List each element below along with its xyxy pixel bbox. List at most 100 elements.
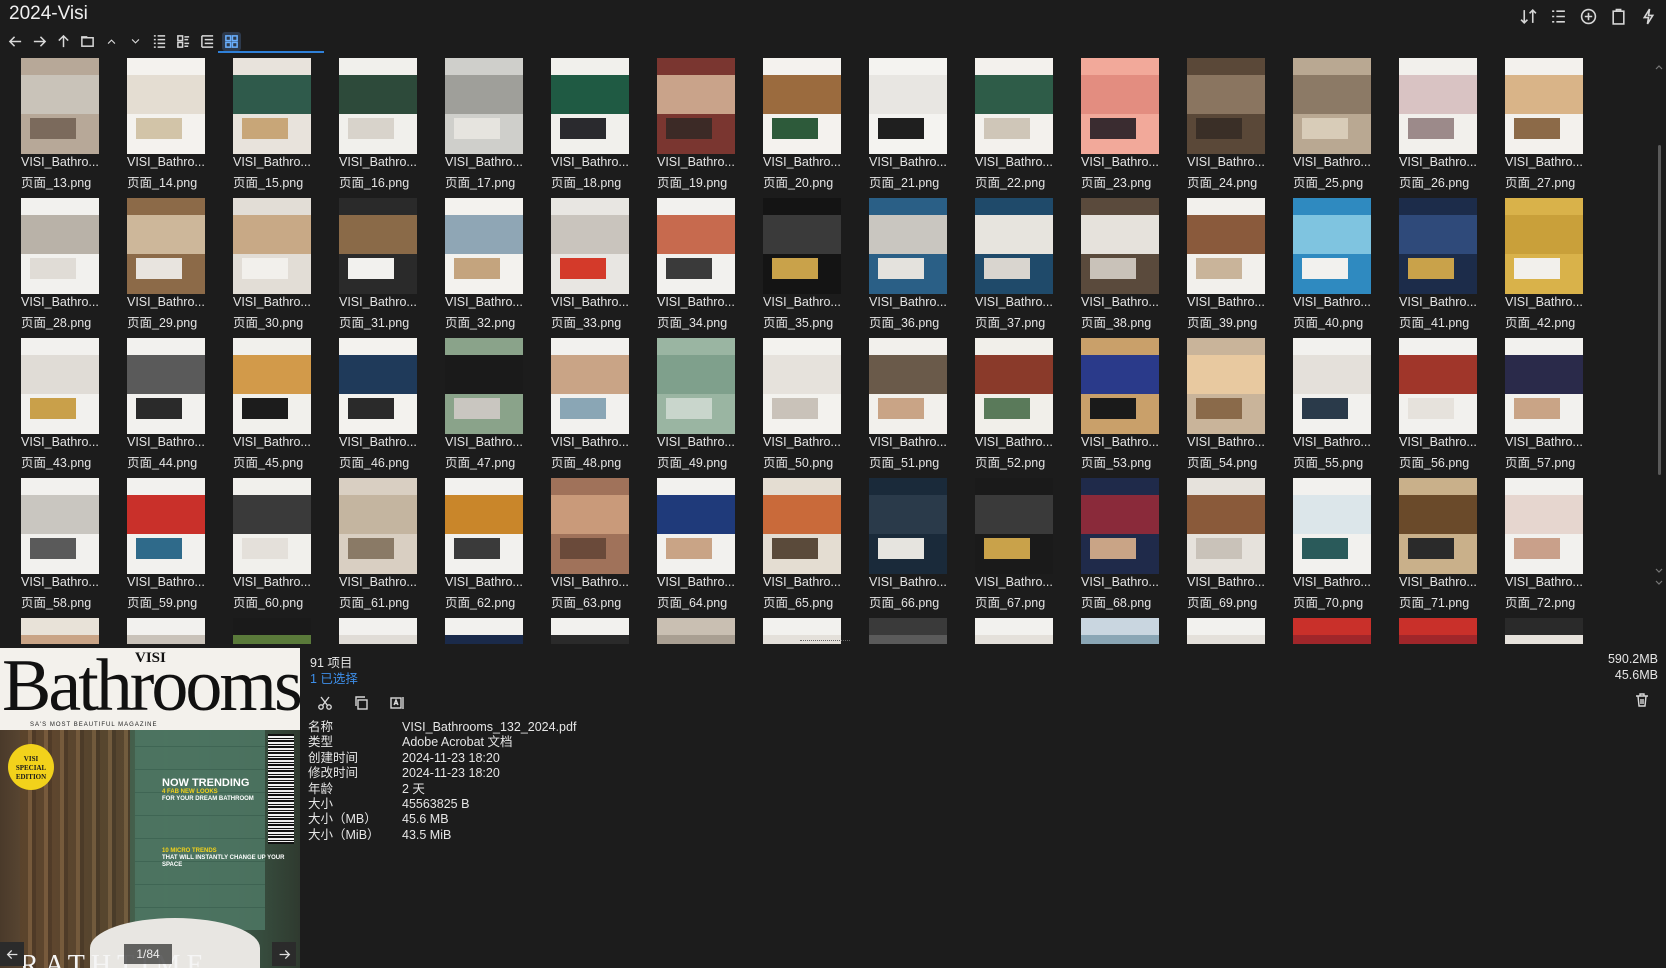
back-arrow-icon[interactable] (6, 32, 25, 51)
file-thumbnail[interactable]: VISI_Bathro... 页面_48.png (545, 338, 651, 478)
panel-resize-grip[interactable] (800, 640, 850, 646)
file-thumbnail[interactable]: VISI_Bathro... 页面_49.png (651, 338, 757, 478)
file-thumbnail[interactable]: VISI_Bathro... 页面_19.png (651, 58, 757, 198)
file-thumbnail[interactable]: VISI_Bathro... 页面_63.png (545, 478, 651, 618)
file-thumbnail[interactable]: VISI_Bathro... 页面_28.png (15, 198, 121, 338)
file-thumbnail[interactable]: VISI_Bathro... 页面_65.png (757, 478, 863, 618)
file-thumbnail[interactable] (227, 618, 333, 644)
file-thumbnail[interactable]: VISI_Bathro... 页面_50.png (757, 338, 863, 478)
file-thumbnail[interactable]: VISI_Bathro... 页面_23.png (1075, 58, 1181, 198)
file-thumbnail[interactable]: VISI_Bathro... 页面_25.png (1287, 58, 1393, 198)
vertical-scrollbar[interactable] (1652, 55, 1664, 644)
file-thumbnail[interactable]: VISI_Bathro... 页面_15.png (227, 58, 333, 198)
file-thumbnail[interactable]: VISI_Bathro... 页面_66.png (863, 478, 969, 618)
file-thumbnail[interactable]: VISI_Bathro... 页面_18.png (545, 58, 651, 198)
file-thumbnail[interactable]: VISI_Bathro... 页面_16.png (333, 58, 439, 198)
file-thumbnail[interactable] (1287, 618, 1393, 644)
file-thumbnail[interactable]: VISI_Bathro... 页面_61.png (333, 478, 439, 618)
file-thumbnail[interactable]: VISI_Bathro... 页面_72.png (1499, 478, 1605, 618)
file-thumbnail[interactable]: VISI_Bathro... 页面_41.png (1393, 198, 1499, 338)
file-thumbnail[interactable] (1393, 618, 1499, 644)
file-thumbnail[interactable]: VISI_Bathro... 页面_21.png (863, 58, 969, 198)
file-thumbnail[interactable]: VISI_Bathro... 页面_27.png (1499, 58, 1605, 198)
file-thumbnail[interactable] (1181, 618, 1287, 644)
file-thumbnail[interactable] (1075, 618, 1181, 644)
file-thumbnail[interactable]: VISI_Bathro... 页面_13.png (15, 58, 121, 198)
file-thumbnail[interactable]: VISI_Bathro... 页面_43.png (15, 338, 121, 478)
file-thumbnail[interactable]: VISI_Bathro... 页面_53.png (1075, 338, 1181, 478)
file-thumbnail[interactable]: VISI_Bathro... 页面_70.png (1287, 478, 1393, 618)
tree-view-icon[interactable] (198, 32, 217, 51)
preview-next-button[interactable] (272, 942, 296, 966)
scroll-down-icon[interactable] (1654, 575, 1664, 585)
sort-icon[interactable] (1518, 6, 1538, 26)
file-thumbnail[interactable]: VISI_Bathro... 页面_59.png (121, 478, 227, 618)
file-thumbnail[interactable]: VISI_Bathro... 页面_54.png (1181, 338, 1287, 478)
file-thumbnail[interactable]: VISI_Bathro... 页面_32.png (439, 198, 545, 338)
file-thumbnail[interactable] (651, 618, 757, 644)
file-thumbnail[interactable]: VISI_Bathro... 页面_45.png (227, 338, 333, 478)
thumbnail-view-icon[interactable] (222, 31, 241, 51)
file-thumbnail[interactable]: VISI_Bathro... 页面_64.png (651, 478, 757, 618)
file-thumbnail-area[interactable]: VISI_Bathro... 页面_13.png VISI_Bathro... 页面_… (0, 55, 1648, 644)
file-thumbnail[interactable]: VISI_Bathro... 页面_47.png (439, 338, 545, 478)
file-thumbnail[interactable]: VISI_Bathro... 页面_46.png (333, 338, 439, 478)
file-thumbnail[interactable]: VISI_Bathro... 页面_35.png (757, 198, 863, 338)
list-options-icon[interactable] (1548, 6, 1568, 26)
file-thumbnail[interactable]: VISI_Bathro... 页面_40.png (1287, 198, 1393, 338)
file-thumbnail[interactable]: VISI_Bathro... 页面_22.png (969, 58, 1075, 198)
file-thumbnail[interactable]: VISI_Bathro... 页面_20.png (757, 58, 863, 198)
file-thumbnail[interactable] (969, 618, 1075, 644)
copy-icon[interactable] (350, 692, 372, 714)
scroll-up-icon[interactable] (1654, 59, 1664, 70)
details-view-icon[interactable] (174, 32, 193, 51)
chevron-down-icon[interactable] (126, 32, 145, 51)
list-view-icon[interactable] (150, 32, 169, 51)
file-thumbnail[interactable]: VISI_Bathro... 页面_33.png (545, 198, 651, 338)
file-thumbnail[interactable]: VISI_Bathro... 页面_42.png (1499, 198, 1605, 338)
file-thumbnail[interactable]: VISI_Bathro... 页面_67.png (969, 478, 1075, 618)
file-thumbnail[interactable]: VISI_Bathro... 页面_31.png (333, 198, 439, 338)
scroll-down-icon[interactable] (1654, 563, 1664, 573)
file-thumbnail[interactable]: VISI_Bathro... 页面_62.png (439, 478, 545, 618)
file-thumbnail[interactable] (439, 618, 545, 644)
file-thumbnail[interactable]: VISI_Bathro... 页面_17.png (439, 58, 545, 198)
file-thumbnail[interactable]: VISI_Bathro... 页面_38.png (1075, 198, 1181, 338)
clipboard-icon[interactable] (1608, 6, 1628, 26)
file-thumbnail[interactable] (545, 618, 651, 644)
file-thumbnail[interactable]: VISI_Bathro... 页面_71.png (1393, 478, 1499, 618)
file-thumbnail[interactable]: VISI_Bathro... 页面_52.png (969, 338, 1075, 478)
file-thumbnail[interactable]: VISI_Bathro... 页面_34.png (651, 198, 757, 338)
folder-icon[interactable] (78, 32, 97, 51)
forward-arrow-icon[interactable] (30, 32, 49, 51)
file-thumbnail[interactable]: VISI_Bathro... 页面_57.png (1499, 338, 1605, 478)
file-thumbnail[interactable]: VISI_Bathro... 页面_55.png (1287, 338, 1393, 478)
file-thumbnail[interactable] (863, 618, 969, 644)
up-arrow-icon[interactable] (54, 32, 73, 51)
chevron-up-icon[interactable] (102, 32, 121, 51)
file-thumbnail[interactable] (1499, 618, 1605, 644)
file-thumbnail[interactable]: VISI_Bathro... 页面_51.png (863, 338, 969, 478)
preview-prev-button[interactable] (0, 942, 24, 966)
file-thumbnail[interactable] (121, 618, 227, 644)
selected-count[interactable]: 1 已选择 (310, 668, 358, 687)
file-thumbnail[interactable]: VISI_Bathro... 页面_29.png (121, 198, 227, 338)
file-thumbnail[interactable] (15, 618, 121, 644)
file-thumbnail[interactable]: VISI_Bathro... 页面_58.png (15, 478, 121, 618)
delete-icon[interactable] (1634, 692, 1654, 712)
file-thumbnail[interactable]: VISI_Bathro... 页面_44.png (121, 338, 227, 478)
scroll-thumb[interactable] (1658, 145, 1661, 475)
file-thumbnail[interactable]: VISI_Bathro... 页面_39.png (1181, 198, 1287, 338)
file-thumbnail[interactable]: VISI_Bathro... 页面_68.png (1075, 478, 1181, 618)
file-thumbnail[interactable] (333, 618, 439, 644)
add-circle-icon[interactable] (1578, 6, 1598, 26)
file-thumbnail[interactable]: VISI_Bathro... 页面_69.png (1181, 478, 1287, 618)
file-thumbnail[interactable]: VISI_Bathro... 页面_37.png (969, 198, 1075, 338)
rename-icon[interactable] (386, 692, 408, 714)
file-thumbnail[interactable]: VISI_Bathro... 页面_24.png (1181, 58, 1287, 198)
file-thumbnail[interactable]: VISI_Bathro... 页面_36.png (863, 198, 969, 338)
file-thumbnail[interactable]: VISI_Bathro... 页面_30.png (227, 198, 333, 338)
file-thumbnail[interactable]: VISI_Bathro... 页面_56.png (1393, 338, 1499, 478)
lightning-icon[interactable] (1638, 6, 1658, 26)
file-thumbnail[interactable]: VISI_Bathro... 页面_60.png (227, 478, 333, 618)
